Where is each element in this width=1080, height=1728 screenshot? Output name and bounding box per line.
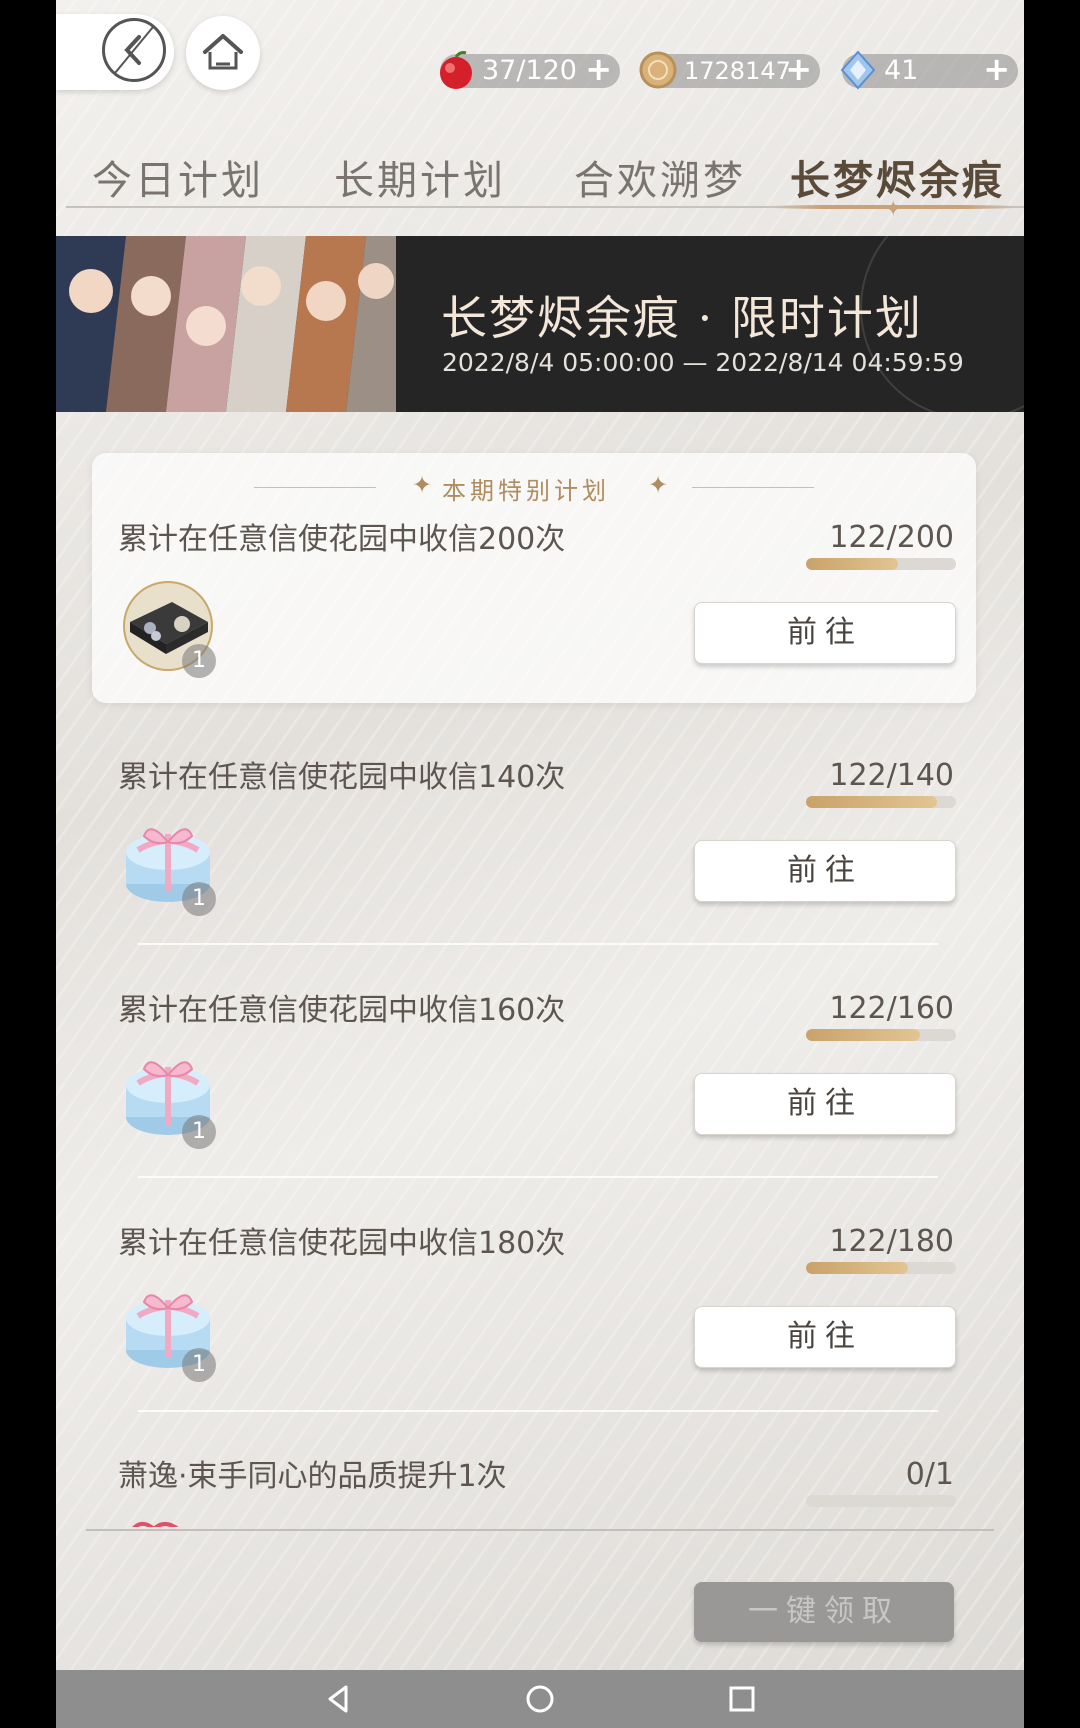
system-navigation-bar [56,1670,1024,1728]
progress-fill [806,1262,908,1274]
task-progress-bar [806,1262,956,1274]
gems-value: 41 [884,55,919,86]
progress-fill [806,796,937,808]
event-banner: 长梦烬余痕 · 限时计划 2022/8/4 05:00:00 — 2022/8/… [56,236,1024,412]
coins-resource: 1728147 + [639,51,820,89]
task-progress-text: 122/160 [829,991,954,1026]
reward-item-icon [132,1521,179,1527]
header-line-left [254,487,376,488]
reward-quantity: 1 [182,1115,216,1149]
banner-title: 长梦烬余痕 · 限时计划 [441,291,923,345]
app-screen: 37/120 + 1728147 + 41 + 今日计划 长期计划 合欢溯梦 长… [56,0,1024,1728]
special-plan-card: ✦ 本期特别计划 ✦ [92,453,976,703]
go-button[interactable]: 前往 [694,1306,956,1368]
gems-resource: 41 + [840,50,1018,90]
tab-hehuan-dream[interactable]: 合欢溯梦 [574,148,746,206]
task-description: 累计在任意信使花园中收信200次 [118,522,566,557]
progress-fill [806,558,898,570]
star-right-icon: ✦ [648,471,669,499]
stamina-resource: 37/120 + [440,51,620,89]
task-progress-bar [806,558,956,570]
task-description: 萧逸·束手同心的品质提升1次 [118,1459,507,1494]
reward-quantity: 1 [182,644,216,678]
add-stamina-button[interactable]: + [585,52,612,86]
special-plan-header: ✦ 本期特别计划 ✦ [92,471,976,505]
task-progress-text: 122/180 [829,1224,954,1259]
stamina-value: 37/120 [482,55,577,86]
star-left-icon: ✦ [412,471,433,499]
reward-quantity: 1 [182,1348,216,1382]
coin-icon [639,51,677,89]
row-divider [138,943,938,945]
list-bottom-divider [86,1529,994,1531]
task-description: 累计在任意信使花园中收信160次 [118,993,566,1028]
banner-dates: 2022/8/4 05:00:00 — 2022/8/14 04:59:59 [442,348,964,377]
home-icon [203,34,243,70]
task-row: 萧逸·束手同心的品质提升1次 0/1 [56,1451,1024,1527]
go-button[interactable]: 前往 [694,602,956,664]
crystal-icon [840,50,876,90]
task-description: 累计在任意信使花园中收信180次 [118,1226,566,1261]
home-button[interactable] [186,16,260,90]
sparkle-icon: ✦ [884,197,903,222]
special-plan-title: 本期特别计划 [442,477,610,505]
row-divider [138,1410,938,1412]
task-progress-text: 122/140 [829,758,954,793]
go-button[interactable]: 前往 [694,1073,956,1135]
back-button[interactable] [56,14,174,90]
add-gems-button[interactable]: + [983,52,1010,86]
plan-tabs: 今日计划 长期计划 合欢溯梦 长梦烬余痕 [56,148,1024,208]
apple-icon [440,51,472,89]
coins-value: 1728147 [684,57,791,85]
task-progress-text: 0/1 [905,1457,954,1492]
progress-fill [806,1029,921,1041]
nav-recents-icon[interactable] [726,1683,758,1715]
task-description: 累计在任意信使花园中收信140次 [118,760,566,795]
task-progress-bar [806,1495,956,1507]
reward-quantity: 1 [182,882,216,916]
row-divider [138,1176,938,1178]
nav-home-icon[interactable] [524,1683,556,1715]
header-line-right [692,487,814,488]
back-arrow-icon [102,18,166,82]
claim-all-button[interactable]: 一键领取 [694,1582,954,1642]
go-button[interactable]: 前往 [694,840,956,902]
add-coins-button[interactable]: + [785,52,812,86]
task-progress-bar [806,1029,956,1041]
tab-long-term-plan[interactable]: 长期计划 [334,148,506,206]
task-progress-bar [806,796,956,808]
tab-daily-plan[interactable]: 今日计划 [92,148,264,206]
nav-back-icon[interactable] [322,1683,354,1715]
character-artwork [56,236,396,412]
task-progress-text: 122/200 [829,520,954,555]
